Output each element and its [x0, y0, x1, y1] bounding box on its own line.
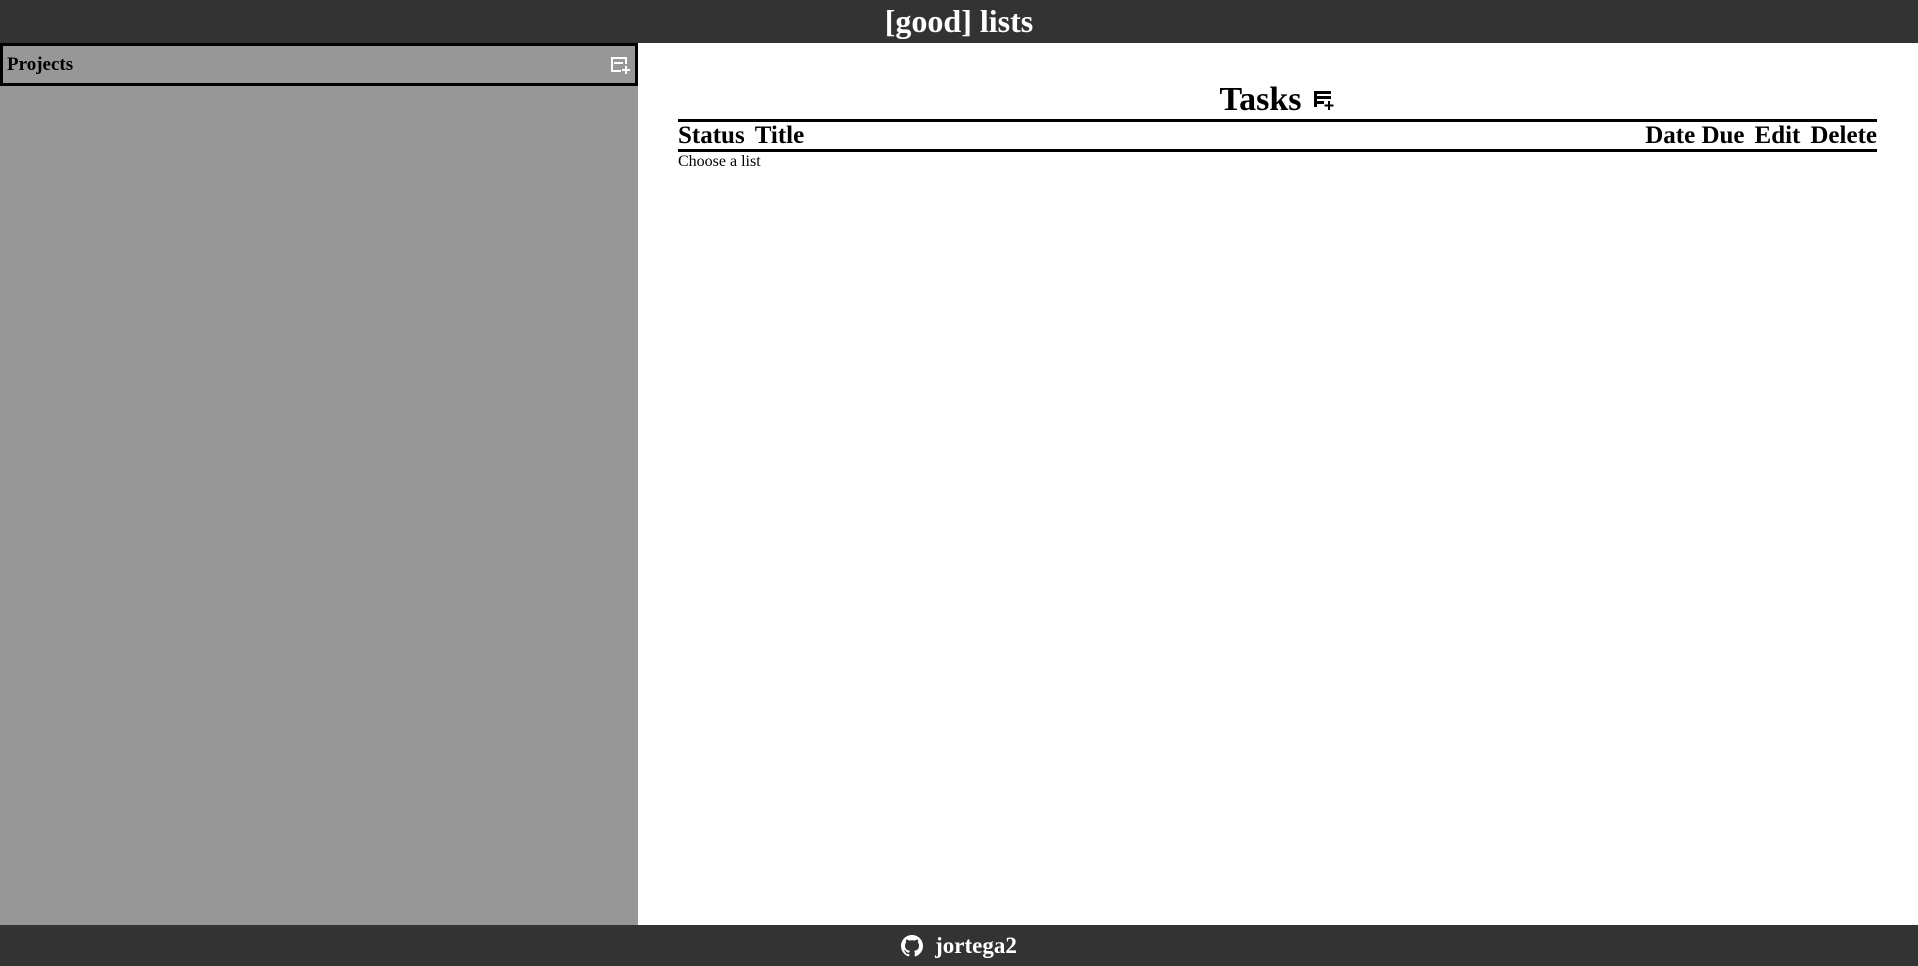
column-delete: Delete	[1810, 121, 1877, 149]
github-profile-link[interactable]: jortega2	[901, 933, 1017, 959]
tasks-panel: Tasks Status Title Date Due Edit Delete	[638, 43, 1918, 925]
tasks-heading: Tasks	[678, 81, 1877, 119]
projects-label: Projects	[7, 53, 74, 75]
app-header: [good] lists	[0, 0, 1918, 43]
tasks-table: Status Title Date Due Edit Delete Choose…	[678, 119, 1877, 172]
column-edit: Edit	[1754, 121, 1801, 149]
add-list-icon	[611, 56, 630, 74]
add-task-button[interactable]	[1313, 89, 1335, 111]
empty-list-message: Choose a list	[678, 153, 761, 170]
column-date-due: Date Due	[1645, 121, 1745, 149]
projects-sidebar: Projects	[0, 43, 638, 925]
github-icon	[901, 934, 924, 956]
app-title: [good] lists	[884, 3, 1034, 39]
tasks-table-header: Status Title Date Due Edit Delete	[678, 119, 1877, 152]
add-list-icon	[1314, 91, 1334, 110]
projects-header: Projects	[0, 43, 638, 86]
column-status: Status	[678, 121, 745, 149]
add-project-icon[interactable]	[610, 55, 630, 75]
github-username: jortega2	[935, 932, 1017, 958]
column-title: Title	[754, 121, 805, 149]
app-footer: jortega2	[0, 925, 1918, 966]
app-root: [good] lists Projects Tasks Status Title…	[0, 0, 1918, 966]
tasks-title: Tasks	[1219, 81, 1302, 118]
